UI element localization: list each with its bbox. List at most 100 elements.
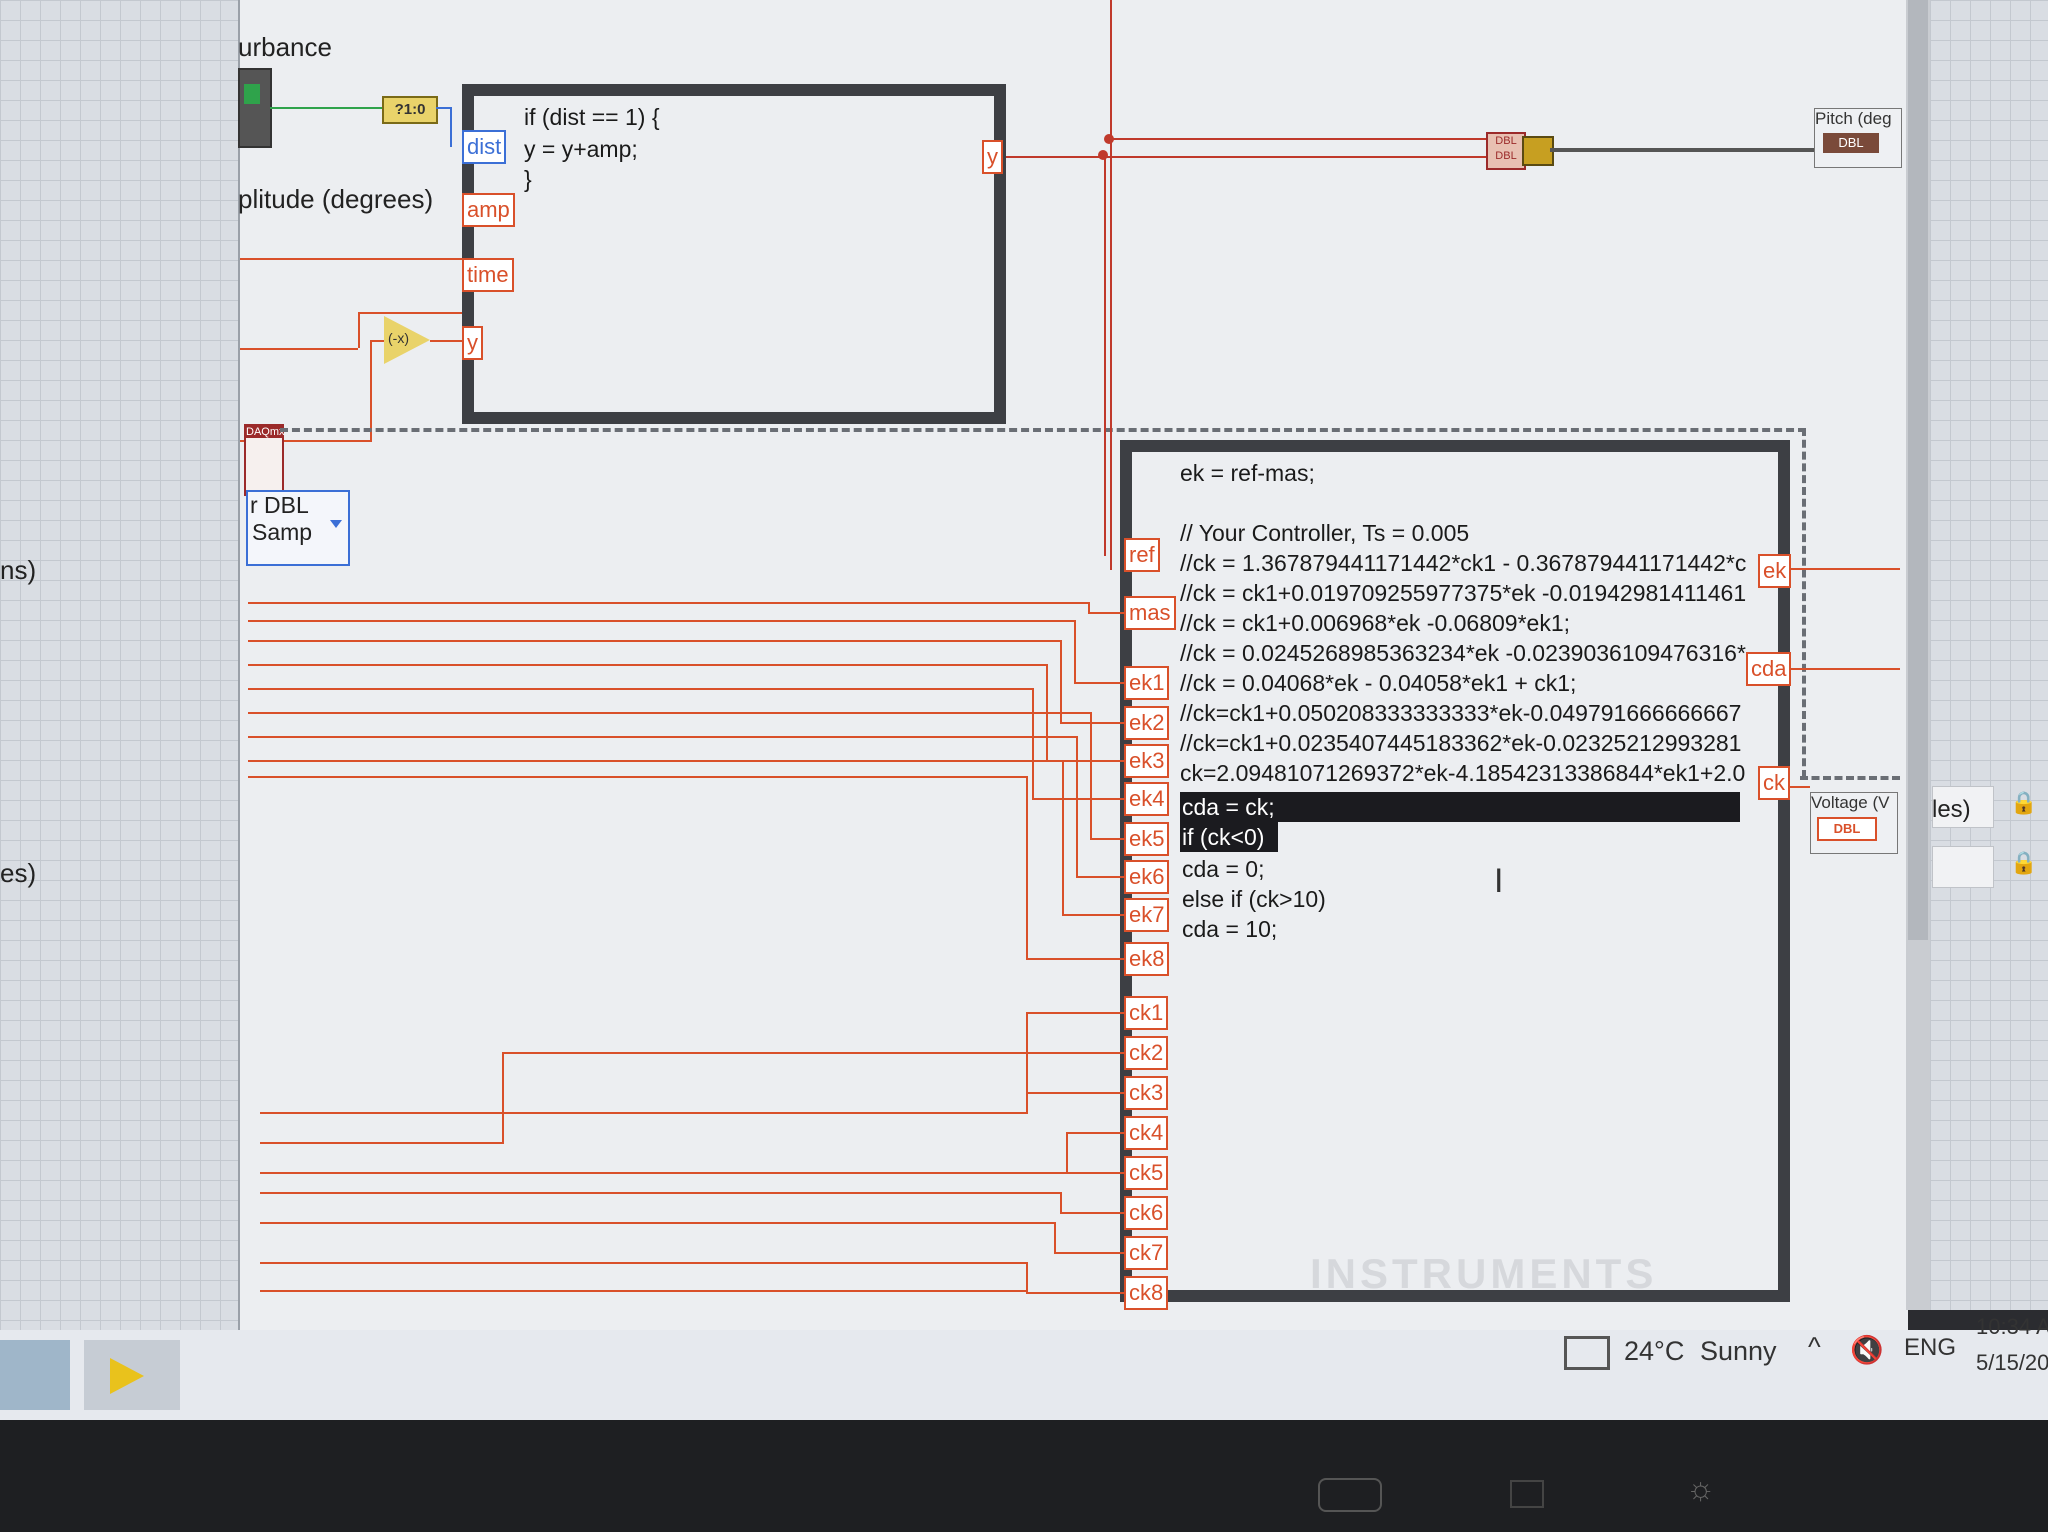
wire-junction bbox=[1098, 150, 1108, 160]
clock-date[interactable]: 5/15/20 bbox=[1976, 1350, 2048, 1376]
pitch-indicator-terminal[interactable]: DBL bbox=[1823, 133, 1879, 153]
input-ck1[interactable]: ck1 bbox=[1124, 996, 1169, 1030]
labview-icon bbox=[110, 1358, 144, 1394]
ck3-wire bbox=[1028, 1092, 1124, 1094]
input-ek4[interactable]: ek4 bbox=[1124, 782, 1170, 816]
input-amp[interactable]: amp bbox=[462, 193, 515, 227]
merge-input-a: DBL bbox=[1495, 135, 1517, 147]
daqmx-read-node[interactable]: DAQmx bbox=[244, 424, 285, 496]
ck-output-wire bbox=[1790, 786, 1810, 788]
controller-line: //ck = 0.0245268985363234*ek -0.02390361… bbox=[1180, 640, 1746, 666]
ek6-wire bbox=[1076, 876, 1124, 878]
ck8-wire bbox=[1026, 1262, 1028, 1292]
input-ek8[interactable]: ek8 bbox=[1124, 942, 1170, 976]
input-ek7[interactable]: ek7 bbox=[1124, 898, 1170, 932]
ck4-wire bbox=[260, 1142, 504, 1144]
formula1-line: if (dist == 1) { bbox=[524, 104, 660, 130]
wire-junction bbox=[1104, 134, 1114, 144]
voltage-indicator[interactable]: Voltage (V DBL bbox=[1810, 792, 1898, 854]
input-ek2[interactable]: ek2 bbox=[1124, 706, 1170, 740]
control-field[interactable] bbox=[1932, 846, 1994, 888]
taskbar-app-labview[interactable] bbox=[84, 1340, 180, 1410]
clock-time[interactable]: 10:34 A bbox=[1976, 1314, 2048, 1340]
weather-description[interactable]: Sunny bbox=[1700, 1336, 1777, 1367]
input-ek6[interactable]: ek6 bbox=[1124, 860, 1170, 894]
ek6-wire bbox=[248, 736, 1076, 738]
dist-wire bbox=[436, 107, 450, 109]
formula1-line: } bbox=[524, 166, 532, 192]
ek2-wire bbox=[1060, 722, 1124, 724]
ck7-wire bbox=[260, 1222, 1054, 1224]
monitor-bezel bbox=[0, 1420, 2048, 1532]
input-ck4[interactable]: ck4 bbox=[1124, 1116, 1169, 1150]
ck3-wire bbox=[260, 1112, 1028, 1114]
input-ck8[interactable]: ck8 bbox=[1124, 1276, 1169, 1310]
speaker-muted-icon[interactable]: 🔇 bbox=[1850, 1334, 1884, 1366]
time-wire bbox=[240, 348, 358, 350]
ek4-wire bbox=[248, 688, 1032, 690]
daqmx-polymorphic-selector[interactable]: r DBL Samp bbox=[246, 490, 350, 566]
input-ck7[interactable]: ck7 bbox=[1124, 1236, 1169, 1270]
input-dist[interactable]: dist bbox=[462, 130, 507, 164]
chevron-up-icon[interactable]: ^ bbox=[1808, 1332, 1821, 1363]
output-ek[interactable]: ek bbox=[1758, 554, 1792, 588]
ck7-wire bbox=[1054, 1222, 1056, 1252]
controller-line: ek = ref-mas; bbox=[1180, 460, 1315, 486]
input-ck2[interactable]: ck2 bbox=[1124, 1036, 1169, 1070]
ek4-wire bbox=[1032, 688, 1034, 798]
boolean-icon bbox=[244, 84, 260, 104]
controller-line-selected: cda = ck; bbox=[1182, 794, 1275, 820]
pitch-wire bbox=[1006, 156, 1486, 158]
output-ck[interactable]: ck bbox=[1758, 766, 1790, 800]
controller-line: cda = 10; bbox=[1182, 916, 1278, 942]
controller-line: //ck = ck1+0.019709255977375*ek -0.01942… bbox=[1180, 580, 1747, 606]
pitch-indicator-label: Pitch (deg bbox=[1815, 109, 1892, 128]
bool-to-number-node[interactable]: ?1:0 bbox=[382, 96, 438, 124]
merge-signals-node[interactable]: DBL DBL bbox=[1486, 132, 1526, 170]
ck7-wire bbox=[1054, 1252, 1124, 1254]
time-wire bbox=[358, 312, 462, 314]
controller-line: //ck=ck1+0.050208333333333*ek-0.04979166… bbox=[1180, 700, 1742, 726]
ek2-wire bbox=[248, 640, 1060, 642]
controller-line: //ck=ck1+0.0235407445183362*ek-0.0232521… bbox=[1180, 730, 1742, 756]
input-mas[interactable]: mas bbox=[1124, 596, 1176, 630]
ek2-wire bbox=[1060, 640, 1062, 722]
time-wire bbox=[358, 312, 360, 348]
y-wire bbox=[370, 340, 384, 342]
text-cursor-icon: I bbox=[1494, 862, 1504, 900]
ek8-wire bbox=[1026, 776, 1028, 958]
scrollbar-thumb[interactable] bbox=[1908, 0, 1928, 940]
ek7-wire bbox=[1062, 914, 1124, 916]
input-ek1[interactable]: ek1 bbox=[1124, 666, 1170, 700]
front-panel-grid-right bbox=[1930, 0, 2048, 1310]
disturbance-control-terminal[interactable] bbox=[238, 68, 272, 148]
ek4-wire bbox=[1032, 798, 1124, 800]
weather-temperature[interactable]: 24°C bbox=[1624, 1336, 1684, 1367]
dropdown-arrow-icon[interactable] bbox=[330, 520, 342, 528]
input-time[interactable]: time bbox=[462, 258, 514, 292]
input-y[interactable]: y bbox=[462, 326, 483, 360]
ck2-wire bbox=[502, 1052, 1124, 1054]
brightness-icon: ☼ bbox=[1686, 1470, 1716, 1506]
language-indicator[interactable]: ENG bbox=[1904, 1334, 1956, 1362]
start-button[interactable] bbox=[0, 1340, 70, 1410]
lock-icon: 🔒 bbox=[2010, 790, 2038, 815]
ck6-wire bbox=[1060, 1212, 1124, 1214]
voltage-indicator-terminal[interactable]: DBL bbox=[1817, 817, 1877, 841]
controller-line: else if (ck>10) bbox=[1182, 886, 1326, 912]
daqmx-label: DAQmx bbox=[246, 426, 285, 438]
input-ck6[interactable]: ck6 bbox=[1124, 1196, 1169, 1230]
input-ck5[interactable]: ck5 bbox=[1124, 1156, 1169, 1190]
input-ck3[interactable]: ck3 bbox=[1124, 1076, 1169, 1110]
output-cda[interactable]: cda bbox=[1746, 652, 1792, 686]
input-ref[interactable]: ref bbox=[1124, 538, 1160, 572]
amplitude-label: plitude (degrees) bbox=[238, 184, 434, 214]
input-ek3[interactable]: ek3 bbox=[1124, 744, 1170, 778]
pitch-dynamic-wire bbox=[1550, 148, 1820, 152]
input-ek5[interactable]: ek5 bbox=[1124, 822, 1170, 856]
pitch-indicator[interactable]: Pitch (deg DBL bbox=[1814, 108, 1902, 168]
amp-wire bbox=[240, 258, 462, 260]
mas-wire bbox=[248, 602, 1088, 604]
weather-news-icon[interactable] bbox=[1564, 1336, 1610, 1370]
output-y[interactable]: y bbox=[982, 140, 1003, 174]
